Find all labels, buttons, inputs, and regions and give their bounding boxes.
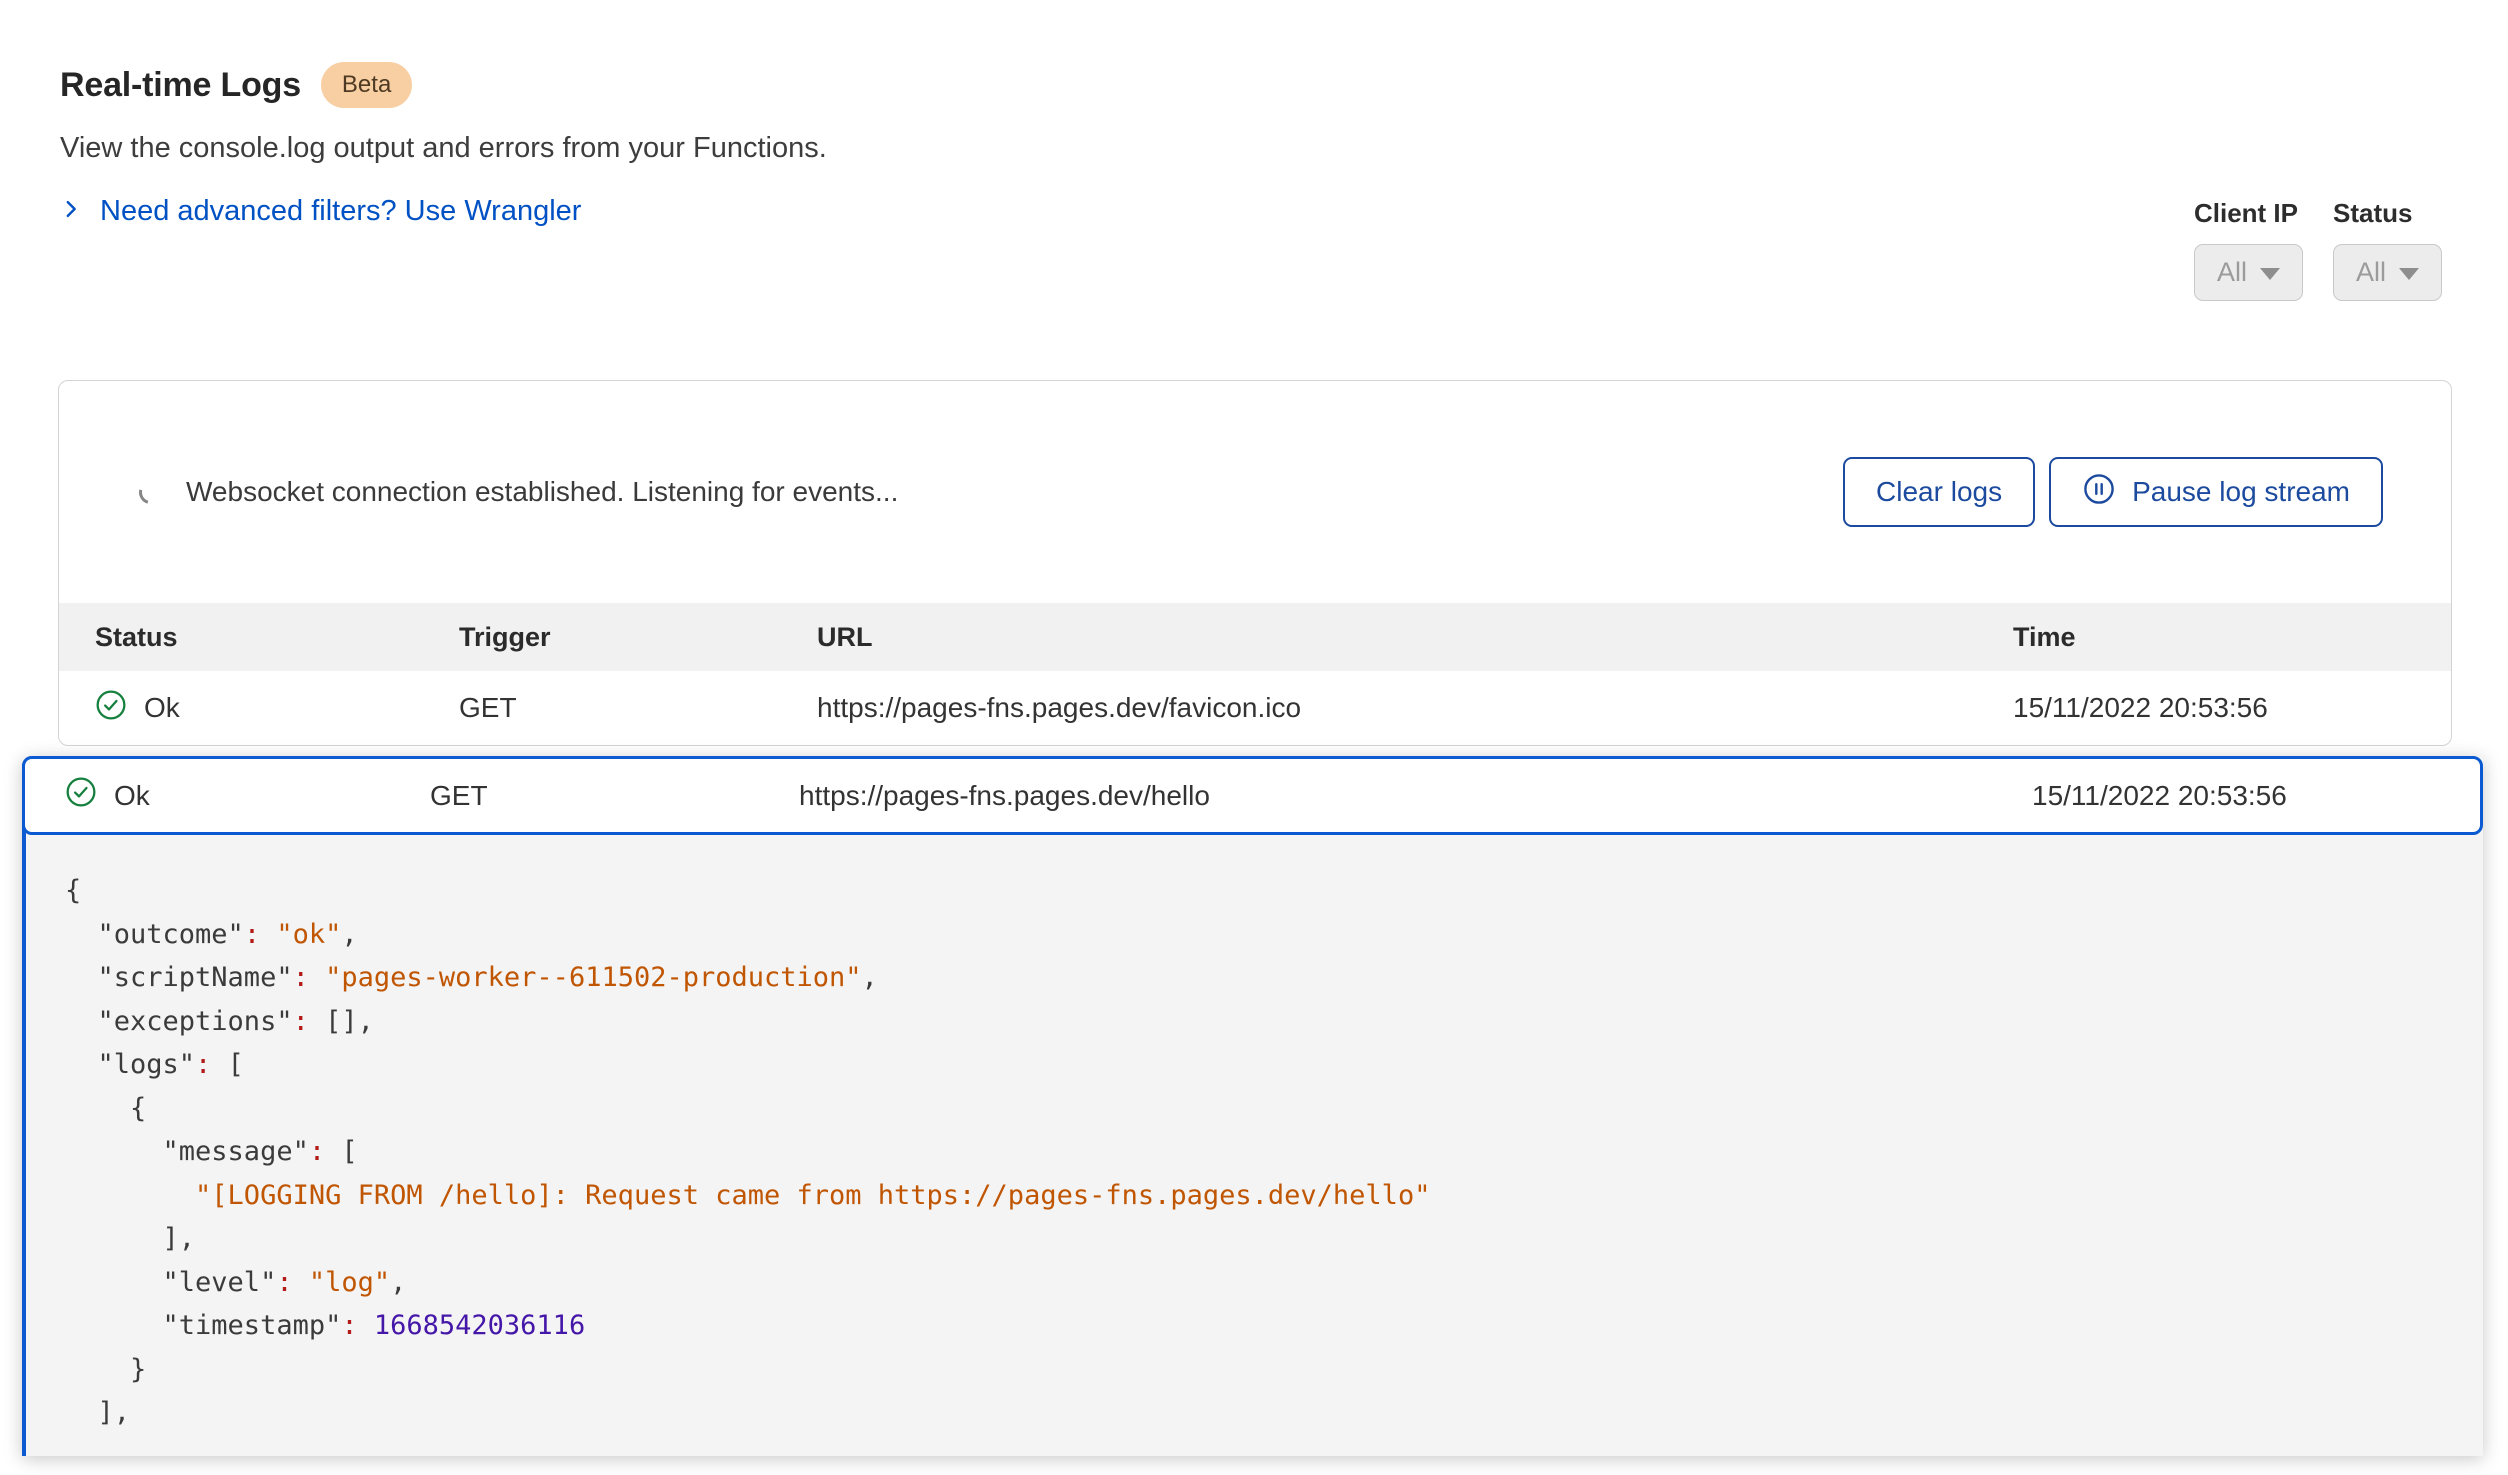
- pause-circle-icon: [2082, 472, 2116, 513]
- expanded-log-entry: Ok GET https://pages-fns.pages.dev/hello…: [22, 756, 2483, 1456]
- row-trigger: GET: [459, 692, 817, 724]
- page-subtitle: View the console.log output and errors f…: [60, 132, 2508, 165]
- wrangler-link-label: Need advanced filters? Use Wrangler: [100, 195, 581, 228]
- client-ip-filter-value: All: [2217, 257, 2247, 288]
- status-filter-value: All: [2356, 257, 2386, 288]
- status-badge: Ok: [114, 780, 150, 812]
- chevron-down-icon: [2399, 268, 2419, 280]
- clear-logs-button[interactable]: Clear logs: [1843, 457, 2035, 527]
- client-ip-filter-dropdown[interactable]: All: [2194, 244, 2303, 301]
- status-filter-group: Status All: [2333, 198, 2442, 301]
- log-json-output: { "outcome": "ok", "scriptName": "pages-…: [26, 835, 2483, 1475]
- spinner-icon: [135, 476, 166, 507]
- expanded-table-row[interactable]: Ok GET https://pages-fns.pages.dev/hello…: [22, 756, 2483, 835]
- table-row[interactable]: Ok GET https://pages-fns.pages.dev/favic…: [59, 671, 2451, 745]
- status-filter-dropdown[interactable]: All: [2333, 244, 2442, 301]
- column-header-url: URL: [817, 622, 2013, 653]
- chevron-right-icon: [60, 195, 82, 228]
- column-header-time: Time: [2013, 622, 2415, 653]
- row-time: 15/11/2022 20:53:56: [2032, 780, 2440, 812]
- table-header: Status Trigger URL Time: [59, 603, 2451, 671]
- row-trigger: GET: [430, 780, 799, 812]
- pause-log-stream-button[interactable]: Pause log stream: [2049, 457, 2383, 527]
- page-title: Real-time Logs: [60, 66, 301, 105]
- page-header: Real-time Logs Beta View the console.log…: [0, 0, 2508, 228]
- status-badge: Ok: [144, 692, 180, 724]
- websocket-status: Websocket connection established. Listen…: [139, 476, 898, 508]
- logs-panel: Websocket connection established. Listen…: [58, 380, 2452, 746]
- check-circle-icon: [65, 776, 97, 815]
- filters: Client IP All Status All: [2194, 198, 2442, 301]
- client-ip-filter-label: Client IP: [2194, 198, 2303, 229]
- check-circle-icon: [95, 689, 127, 728]
- websocket-status-text: Websocket connection established. Listen…: [186, 476, 898, 508]
- beta-badge: Beta: [321, 62, 412, 108]
- row-time: 15/11/2022 20:53:56: [2013, 692, 2415, 724]
- row-url: https://pages-fns.pages.dev/hello: [799, 780, 2032, 812]
- chevron-down-icon: [2260, 268, 2280, 280]
- wrangler-link[interactable]: Need advanced filters? Use Wrangler: [60, 195, 581, 228]
- row-url: https://pages-fns.pages.dev/favicon.ico: [817, 692, 2013, 724]
- column-header-trigger: Trigger: [459, 622, 817, 653]
- client-ip-filter-group: Client IP All: [2194, 198, 2303, 301]
- logs-toolbar: Websocket connection established. Listen…: [59, 381, 2451, 603]
- column-header-status: Status: [95, 622, 459, 653]
- status-filter-label: Status: [2333, 198, 2442, 229]
